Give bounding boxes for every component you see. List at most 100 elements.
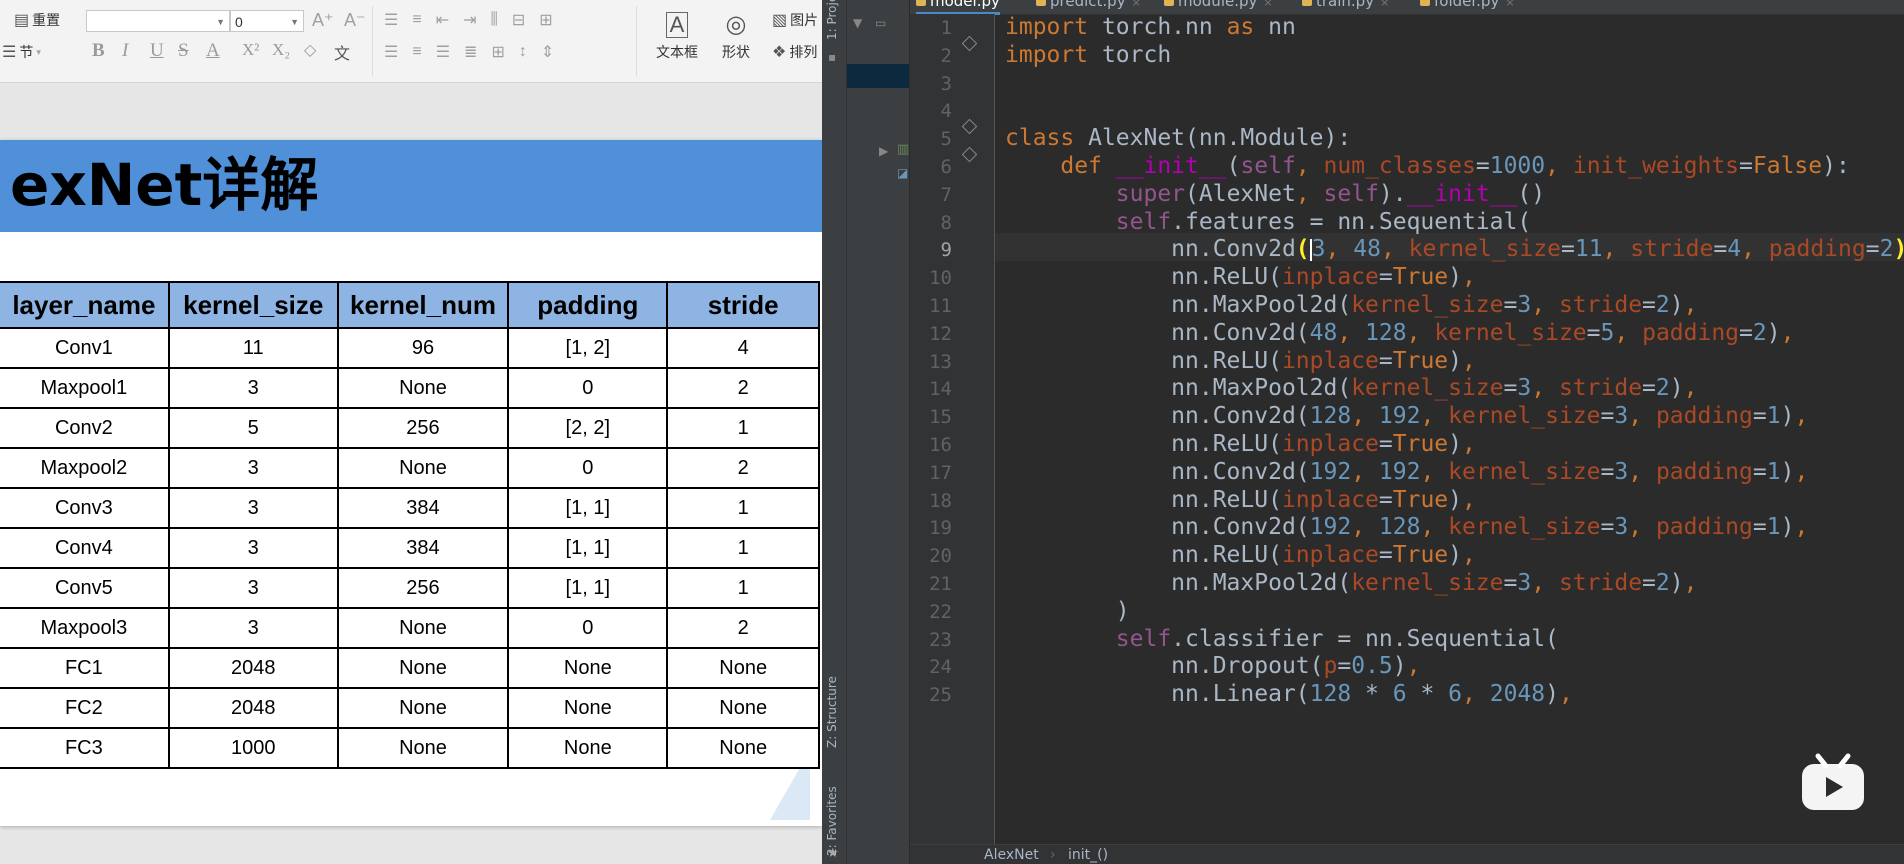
project-tool-tab[interactable]: 1: Project xyxy=(825,0,839,40)
distribute-icon[interactable]: ⊞ xyxy=(491,42,504,62)
increase-indent-icon[interactable]: ⇥ xyxy=(463,10,476,30)
close-icon[interactable]: × xyxy=(1263,0,1272,9)
breadcrumb-class[interactable]: AlexNet xyxy=(984,847,1039,863)
table-cell-kernel-size: 5 xyxy=(167,407,339,449)
line-number: 10 xyxy=(929,267,952,290)
table-cell-layer-name: Conv4 xyxy=(0,527,170,569)
tab-train-py[interactable]: train.py × xyxy=(1302,0,1389,12)
fold-marker-icon[interactable] xyxy=(961,146,978,163)
table-cell-stride: 1 xyxy=(666,527,820,569)
close-icon[interactable]: × xyxy=(1132,0,1141,9)
fold-marker-icon[interactable] xyxy=(961,118,978,135)
line-number: 18 xyxy=(929,489,952,512)
project-folder-icon[interactable]: ▪ xyxy=(828,50,836,64)
align-left-icon[interactable]: ☰ xyxy=(384,42,398,62)
tab-label: predict.py xyxy=(1050,0,1126,10)
art-text-button[interactable]: 文 xyxy=(334,40,350,64)
reset-button[interactable]: ▤ 重置 xyxy=(14,10,60,30)
table-cell-stride: None xyxy=(666,647,820,689)
close-icon[interactable]: × xyxy=(1505,0,1514,9)
subscript-button[interactable]: X₂ xyxy=(272,40,290,60)
bullet-list-icon[interactable]: ☰ xyxy=(384,10,398,30)
bold-button[interactable]: B xyxy=(92,40,105,62)
favorites-tool-tab[interactable]: 2: Favorites xyxy=(825,766,839,856)
table-cell-kernel-num: None xyxy=(336,687,510,729)
font-color-button[interactable]: A xyxy=(206,40,220,62)
slide-canvas[interactable]: exNet详解 layer_name kernel_size kernel_num p… xyxy=(0,140,822,826)
reset-label: 重置 xyxy=(32,12,61,28)
line-number: 12 xyxy=(929,322,952,345)
table-row: Maxpool2 3 None 0 2 xyxy=(0,447,820,489)
paragraph-spacing-icon[interactable]: ⇕ xyxy=(541,42,554,62)
line-number: 2 xyxy=(940,44,952,67)
line-number: 14 xyxy=(929,378,952,401)
structure-tool-tab[interactable]: Z: Structure xyxy=(825,648,839,748)
table-cell-stride: 1 xyxy=(666,487,820,529)
project-tree-selection[interactable] xyxy=(847,64,909,88)
numbered-list-icon[interactable]: ≡ xyxy=(412,11,421,29)
tab-label: folder.py xyxy=(1434,0,1500,10)
section-button[interactable]: ☰ 节 ▾ xyxy=(2,42,41,62)
text-direction-icon[interactable]: ⊟ xyxy=(512,10,525,30)
columns-icon[interactable]: ⫼ xyxy=(491,11,498,29)
font-name-select[interactable]: ▼ xyxy=(86,10,230,32)
line-number: 25 xyxy=(929,684,952,707)
strikethrough-button[interactable]: S xyxy=(178,40,189,62)
table-row: Conv2 5 256 [2, 2] 1 xyxy=(0,407,820,449)
shrink-font-button[interactable]: A⁻ xyxy=(344,10,366,31)
expand-arrow-icon[interactable]: ▶ xyxy=(879,144,888,158)
fold-marker-icon[interactable] xyxy=(961,35,978,52)
alexnet-layer-table[interactable]: layer_name kernel_size kernel_num padding st… xyxy=(0,281,820,769)
line-number: 20 xyxy=(929,545,952,568)
shape-label: 形状 xyxy=(722,44,750,60)
shape-button[interactable]: ◎ 形状 xyxy=(722,12,750,62)
tab-folder-py[interactable]: folder.py × xyxy=(1420,0,1515,12)
clear-format-icon[interactable]: ◇ xyxy=(304,40,316,60)
tool-window-strip: 1: Project ▪ Z: Structure 2: Favorites ★ xyxy=(822,0,847,864)
grow-font-button[interactable]: A⁺ xyxy=(312,10,334,31)
slide-title[interactable]: exNet详解 xyxy=(10,154,318,216)
table-cell-padding: 0 xyxy=(507,447,669,489)
textbox-button[interactable]: A 文本框 xyxy=(656,12,698,62)
table-cell-layer-name: Conv5 xyxy=(0,567,170,609)
python-file-icon xyxy=(916,0,926,6)
table-cell-padding: None xyxy=(507,687,669,729)
collapse-arrow-icon[interactable]: ▼ xyxy=(853,16,862,30)
code-line[interactable]: import torch xyxy=(1005,38,1171,72)
tab-model-py[interactable]: model.py xyxy=(916,0,1000,15)
column-header-kernel-size: kernel_size xyxy=(167,281,339,329)
table-cell-stride: 1 xyxy=(666,567,820,609)
table-row: Conv4 3 384 [1, 1] 1 xyxy=(0,527,820,569)
python-file-icon xyxy=(1164,0,1174,6)
align-right-icon[interactable]: ☰ xyxy=(436,42,450,62)
python-file-icon xyxy=(1302,0,1312,6)
chevron-down-icon: ▾ xyxy=(36,46,41,57)
table-cell-kernel-size: 3 xyxy=(167,527,339,569)
ribbon-divider xyxy=(372,6,373,76)
table-cell-kernel-size: 3 xyxy=(167,567,339,609)
breadcrumb-method[interactable]: init_() xyxy=(1068,847,1108,863)
table-cell-stride: None xyxy=(666,687,820,729)
align-text-icon[interactable]: ⊞ xyxy=(539,10,552,30)
arrange-button[interactable]: ❖ 排列 xyxy=(772,42,817,62)
star-icon[interactable]: ★ xyxy=(827,846,839,861)
python-file-icon xyxy=(1036,0,1046,6)
align-center-icon[interactable]: ≡ xyxy=(412,43,421,61)
picture-button[interactable]: ▧ 图片 xyxy=(772,10,818,30)
table-cell-stride: 1 xyxy=(666,407,820,449)
textbox-label: 文本框 xyxy=(656,44,698,60)
superscript-button[interactable]: X² xyxy=(242,40,259,60)
decrease-indent-icon[interactable]: ⇤ xyxy=(436,10,449,30)
close-icon[interactable]: × xyxy=(1380,0,1389,9)
font-size-select[interactable]: 0 ▼ xyxy=(230,10,304,32)
code-line[interactable]: nn.Linear(128 * 6 * 6, 2048), xyxy=(1005,677,1573,711)
library-icon: ▥ xyxy=(897,142,910,157)
table-cell-layer-name: Conv3 xyxy=(0,487,170,529)
underline-button[interactable]: U xyxy=(150,40,164,62)
tab-label: module.py xyxy=(1178,0,1258,10)
italic-button[interactable]: I xyxy=(122,40,128,62)
code-editor[interactable]: import torch.nn as nn import torch class A… xyxy=(995,14,1904,844)
arrange-icon: ❖ xyxy=(772,44,787,61)
line-spacing-icon[interactable]: ↕ xyxy=(519,43,527,61)
justify-icon[interactable]: ≣ xyxy=(464,42,477,62)
